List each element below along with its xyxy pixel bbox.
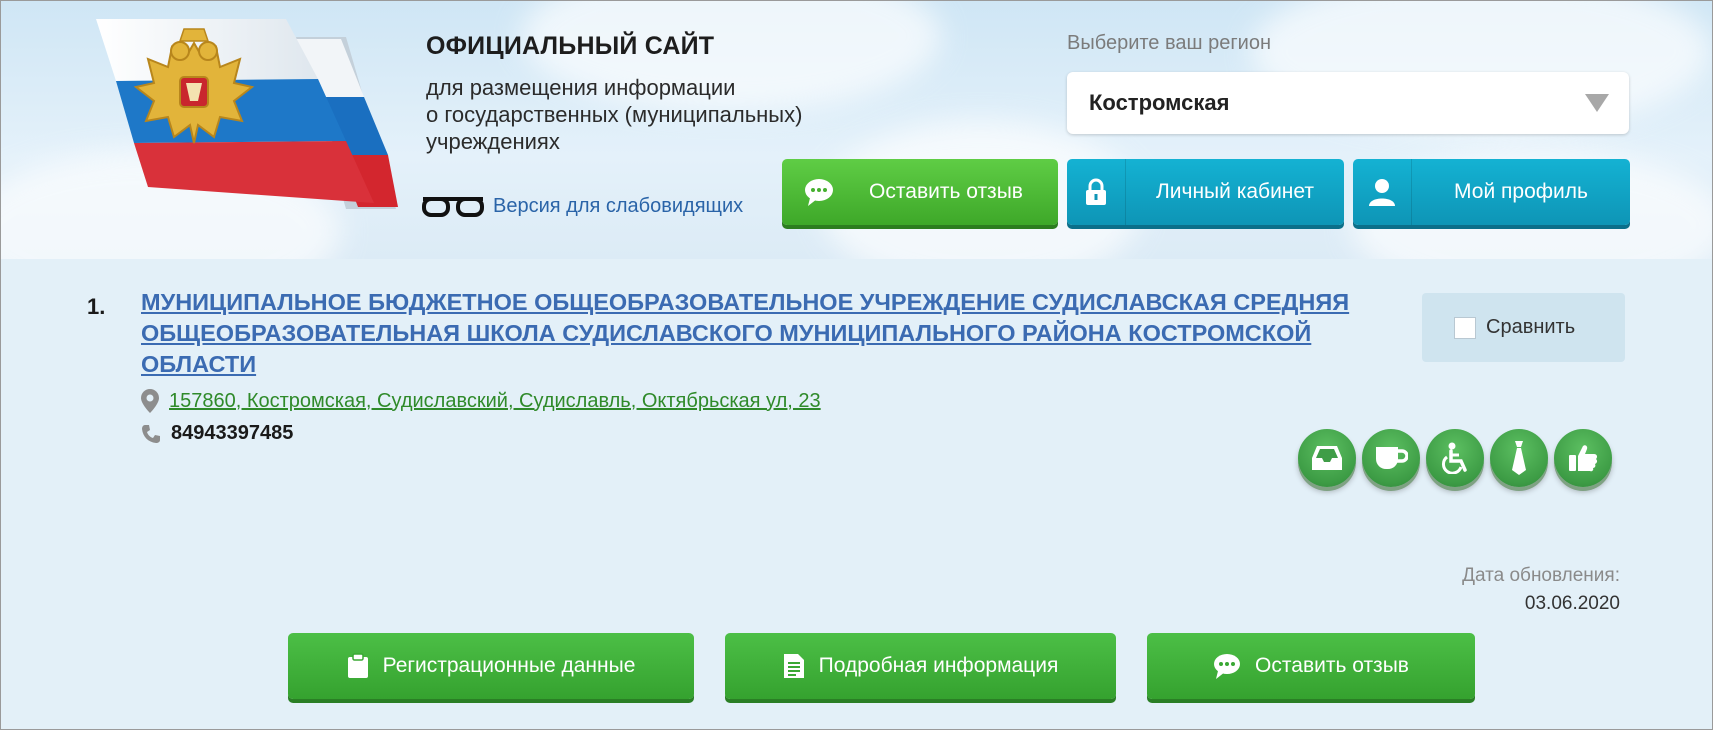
site-title: ОФИЦИАЛЬНЫЙ САЙТ (426, 32, 715, 60)
inbox-icon (1312, 446, 1342, 470)
site-subtitle-line: учреждениях (426, 129, 560, 154)
user-icon (1353, 159, 1412, 225)
updated-label: Дата обновления: (1462, 565, 1620, 586)
site-subtitle-line: о государственных (муниципальных) (426, 102, 803, 127)
chevron-down-icon (1585, 94, 1609, 112)
chat-icon (1213, 653, 1241, 679)
detailed-info-label: Подробная информация (818, 654, 1059, 677)
location-pin-icon (141, 389, 159, 413)
header-feedback-label: Оставить отзыв (869, 180, 1023, 203)
phone-row: 84943397485 (141, 422, 293, 445)
region-value: Костромская (1089, 90, 1230, 115)
flag-emblem-icon (96, 19, 398, 209)
result-feedback-label: Оставить отзыв (1255, 654, 1409, 677)
detailed-info-button[interactable]: Подробная информация (725, 633, 1116, 699)
compare-label: Сравнить (1486, 316, 1576, 338)
chat-icon (804, 178, 834, 206)
low-vision-label: Версия для слабовидящих (493, 194, 744, 217)
site-subtitle: для размещения информации о государствен… (426, 74, 866, 155)
feature-catering[interactable] (1362, 429, 1420, 487)
compare-toggle[interactable]: Сравнить (1422, 293, 1625, 362)
clipboard-icon (347, 653, 369, 679)
header-feedback-button[interactable]: Оставить отзыв (782, 159, 1058, 225)
lock-icon (1067, 159, 1126, 225)
address-row: 157860, Костромская, Судиславский, Судис… (141, 389, 821, 413)
tie-icon (1512, 441, 1526, 475)
my-profile-label: Мой профиль (1454, 180, 1588, 203)
phone-icon (142, 424, 160, 443)
site-subtitle-line: для размещения информации (426, 75, 736, 100)
my-profile-button[interactable]: Мой профиль (1353, 159, 1630, 225)
feature-icons (1298, 429, 1618, 487)
thumbs-up-icon (1569, 445, 1598, 472)
cup-icon (1376, 447, 1408, 469)
updated-date: 03.06.2020 (1524, 593, 1620, 614)
region-select[interactable]: Костромская (1067, 72, 1629, 134)
registration-data-button[interactable]: Регистрационные данные (288, 633, 694, 699)
feature-accessibility[interactable] (1426, 429, 1484, 487)
feature-inbox[interactable] (1298, 429, 1356, 487)
site-header: ОФИЦИАЛЬНЫЙ САЙТ для размещения информац… (1, 1, 1712, 259)
personal-cabinet-label: Личный кабинет (1156, 180, 1314, 203)
organization-name-link[interactable]: МУНИЦИПАЛЬНОЕ БЮДЖЕТНОЕ ОБЩЕОБРАЗОВАТЕЛЬ… (141, 287, 1381, 380)
address-link[interactable]: 157860, Костромская, Судиславский, Судис… (169, 390, 821, 413)
feature-rating[interactable] (1554, 429, 1612, 487)
feature-uniform[interactable] (1490, 429, 1548, 487)
document-icon (783, 653, 805, 679)
wheelchair-icon (1442, 442, 1467, 474)
logo[interactable] (96, 19, 416, 219)
phone-number: 84943397485 (171, 422, 294, 444)
region-label: Выберите ваш регион (1067, 32, 1271, 54)
low-vision-link[interactable]: Версия для слабовидящих (421, 191, 743, 221)
result-feedback-button[interactable]: Оставить отзыв (1147, 633, 1475, 699)
compare-checkbox[interactable] (1454, 316, 1476, 339)
glasses-icon (422, 197, 484, 217)
result-number: 1. (87, 294, 106, 319)
page: ОФИЦИАЛЬНЫЙ САЙТ для размещения информац… (0, 0, 1713, 730)
personal-cabinet-button[interactable]: Личный кабинет (1067, 159, 1344, 225)
registration-data-label: Регистрационные данные (382, 654, 636, 677)
